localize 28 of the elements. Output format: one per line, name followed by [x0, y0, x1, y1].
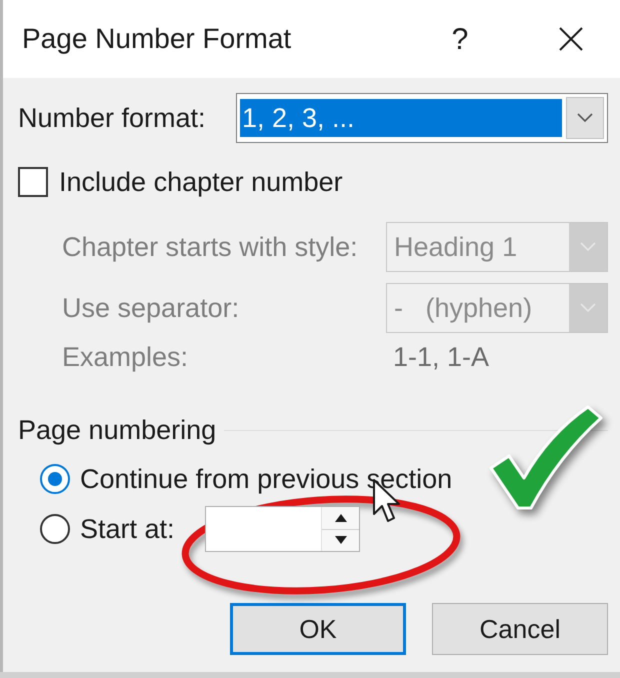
- radio-button[interactable]: [40, 464, 70, 494]
- checkbox[interactable]: [18, 167, 48, 197]
- radio-label[interactable]: Start at:: [80, 513, 205, 545]
- dialog-button[interactable]: OK: [230, 603, 406, 655]
- group-heading: Page numbering: [18, 414, 216, 446]
- dialog-button[interactable]: Cancel: [432, 603, 608, 655]
- number-format-dropdown[interactable]: 1, 2, 3, ...: [236, 93, 608, 143]
- chevron-down-icon: [580, 303, 596, 313]
- dropdown-button[interactable]: [566, 97, 604, 139]
- field-label: Number format:: [18, 102, 207, 134]
- dropdown-value: Heading 1: [393, 231, 518, 264]
- dropdown-value: - (hyphen): [393, 292, 534, 325]
- field-label: Use separator:: [62, 292, 240, 324]
- caret-down-icon: [334, 536, 346, 544]
- chevron-down-icon: [577, 113, 593, 123]
- radio-button[interactable]: [40, 514, 70, 544]
- chevron-down-icon: [580, 242, 596, 252]
- close-icon: [558, 26, 584, 52]
- field-label: Chapter starts with style:: [62, 231, 359, 263]
- checkmark-icon: [487, 404, 605, 512]
- dropdown-value: 1, 2, 3, ...: [240, 99, 562, 137]
- field-label: Examples:: [62, 341, 190, 373]
- examples-value: 1-1, 1-A: [392, 341, 490, 373]
- radio-label[interactable]: Continue from previous section: [80, 463, 452, 495]
- window-title: Page Number Format: [22, 22, 292, 56]
- caret-up-icon: [334, 514, 346, 522]
- checkbox-label[interactable]: Include chapter number: [59, 166, 343, 198]
- help-button[interactable]: ?: [440, 14, 480, 64]
